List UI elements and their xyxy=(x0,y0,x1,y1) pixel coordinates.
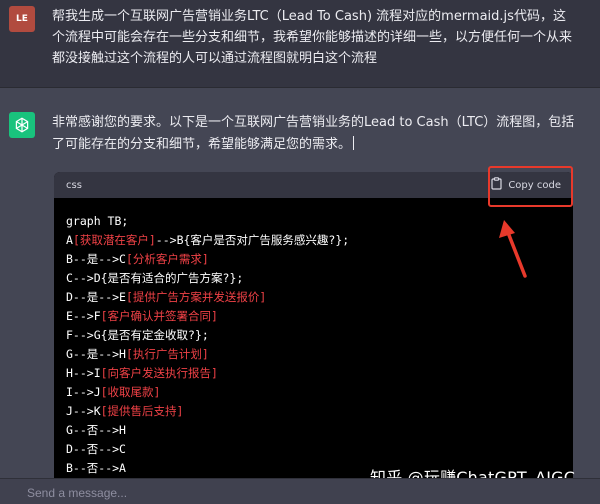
code-line: H-->I[向客户发送执行报告] xyxy=(66,364,561,383)
code-text: H-->I xyxy=(66,366,101,380)
code-node-label: [分析客户需求] xyxy=(125,252,209,266)
code-text: -->B{客户是否对广告服务感兴趣?}; xyxy=(155,233,350,247)
code-text: J-->K xyxy=(66,404,101,418)
code-text: graph TB; xyxy=(66,214,129,228)
code-text: B--否-->A xyxy=(66,461,126,475)
user-message-text: 帮我生成一个互联网广告营销业务LTC（Lead To Cash) 流程对应的me… xyxy=(52,9,573,66)
code-text: C-->D{是否有适合的广告方案?}; xyxy=(66,271,244,285)
code-line: C-->D{是否有适合的广告方案?}; xyxy=(66,269,561,288)
code-line: E-->F[客户确认并签署合同] xyxy=(66,307,561,326)
user-avatar: LE xyxy=(9,6,35,32)
message-input[interactable] xyxy=(25,483,329,503)
assistant-message-text: 非常感谢您的要求。以下是一个互联网广告营销业务的Lead to Cash（LTC… xyxy=(52,112,580,156)
code-text: G--是-->H xyxy=(66,347,126,361)
code-node-label: [提供广告方案并发送报价] xyxy=(125,290,267,304)
code-line: graph TB; xyxy=(66,212,561,231)
code-line: D--是-->E[提供广告方案并发送报价] xyxy=(66,288,561,307)
code-text: F-->G{是否有定金收取?}; xyxy=(66,328,209,342)
code-line: G--否-->H xyxy=(66,421,561,440)
assistant-message-row: 非常感谢您的要求。以下是一个互联网广告营销业务的Lead to Cash（LTC… xyxy=(0,88,600,503)
code-line: D--否-->C xyxy=(66,440,561,459)
typing-cursor xyxy=(353,136,355,150)
message-input-bar xyxy=(0,478,600,504)
code-line: F-->G{是否有定金收取?}; xyxy=(66,326,561,345)
code-node-label: [执行广告计划] xyxy=(125,347,209,361)
code-line: J-->K[提供售后支持] xyxy=(66,402,561,421)
code-node-label: [向客户发送执行报告] xyxy=(100,366,218,380)
code-text: D--否-->C xyxy=(66,442,126,456)
code-text: G--否-->H xyxy=(66,423,126,437)
code-node-label: [客户确认并签署合同] xyxy=(100,309,218,323)
openai-logo-icon xyxy=(9,112,35,138)
code-node-label: [获取潜在客户] xyxy=(72,233,156,247)
code-text: B--是-->C xyxy=(66,252,126,266)
annotation-arrow-icon xyxy=(499,220,527,278)
code-line: B--是-->C[分析客户需求] xyxy=(66,250,561,269)
code-line: G--是-->H[执行广告计划] xyxy=(66,345,561,364)
annotation-highlight-box xyxy=(488,166,573,207)
code-node-label: [收取尾款] xyxy=(100,385,161,399)
code-text: E-->F xyxy=(66,309,101,323)
code-line: A[获取潜在客户]-->B{客户是否对广告服务感兴趣?}; xyxy=(66,231,561,250)
code-node-label: [提供售后支持] xyxy=(100,404,184,418)
code-text: D--是-->E xyxy=(66,290,126,304)
code-text: I-->J xyxy=(66,385,101,399)
code-text: A xyxy=(66,233,73,247)
assistant-message-content: 非常感谢您的要求。以下是一个互联网广告营销业务的Lead to Cash（LTC… xyxy=(52,115,575,152)
code-line: I-->J[收取尾款] xyxy=(66,383,561,402)
code-language-label: css xyxy=(66,179,82,191)
user-message-row: LE 帮我生成一个互联网广告营销业务LTC（Lead To Cash) 流程对应… xyxy=(0,0,600,88)
